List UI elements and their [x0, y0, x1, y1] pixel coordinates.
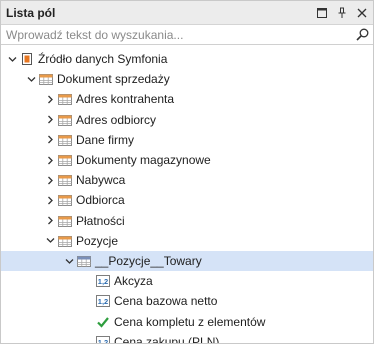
table-icon	[57, 213, 73, 229]
chevron-right-icon[interactable]	[43, 130, 57, 150]
tree-node-label: Cena bazowa netto	[114, 294, 218, 309]
tree-node[interactable]: Źródło danych Symfonia	[1, 49, 373, 69]
tree-node-label: Płatności	[76, 213, 125, 228]
svg-text:1,2: 1,2	[98, 338, 108, 344]
tree-node[interactable]: Cena kompletu z elementów	[1, 312, 373, 332]
tree-node-label: Cena zakupu (PLN)	[114, 334, 220, 344]
table-icon	[57, 172, 73, 188]
search-bar	[1, 25, 373, 45]
tree-node-label: Adres odbiorcy	[76, 112, 157, 127]
tree-node[interactable]: Pozycje	[1, 231, 373, 251]
chevron-right-icon[interactable]	[43, 89, 57, 109]
pin-icon	[338, 7, 346, 18]
tree-node[interactable]: Płatności	[1, 211, 373, 231]
pin-button[interactable]	[333, 4, 351, 22]
chevron-down-icon[interactable]	[24, 69, 38, 89]
search-icon[interactable]	[356, 28, 369, 41]
search-input[interactable]	[1, 25, 373, 44]
close-icon	[357, 8, 367, 17]
tree-node[interactable]: __Pozycje__Towary	[1, 251, 373, 271]
tree-node[interactable]: Nabywca	[1, 170, 373, 190]
table-icon	[57, 233, 73, 249]
tree-node[interactable]: 1,2 Akcyza	[1, 271, 373, 291]
tree-node[interactable]: Dokument sprzedaży	[1, 69, 373, 89]
maximize-button[interactable]	[313, 4, 331, 22]
tree-node-label: Dokument sprzedaży	[57, 72, 170, 87]
tree-node[interactable]: Adres kontrahenta	[1, 89, 373, 109]
datasource-icon	[19, 51, 35, 67]
tree-node-label: Odbiorca	[76, 193, 125, 208]
svg-text:1,2: 1,2	[98, 277, 108, 286]
table-icon	[57, 112, 73, 128]
svg-text:1,2: 1,2	[98, 298, 108, 307]
panel-titlebar: Lista pól	[1, 1, 373, 25]
chevron-down-icon[interactable]	[43, 231, 57, 251]
table-icon	[57, 132, 73, 148]
table-icon	[38, 71, 54, 87]
tree-node-label: Dokumenty magazynowe	[76, 153, 211, 167]
chevron-down-icon[interactable]	[62, 251, 76, 271]
table-icon	[57, 152, 73, 168]
maximize-icon	[317, 7, 327, 18]
tree-node-label: Pozycje	[76, 233, 119, 248]
checkmark-field-icon	[95, 314, 111, 330]
chevron-right-icon[interactable]	[43, 170, 57, 190]
table-icon	[57, 192, 73, 208]
tree-node[interactable]: 1,2 Cena zakupu (PLN)	[1, 332, 373, 344]
number-field-icon: 1,2	[95, 293, 111, 309]
tree-node[interactable]: 1,2 Cena bazowa netto	[1, 291, 373, 311]
chevron-right-icon[interactable]	[43, 211, 57, 231]
tree-node[interactable]: Adres odbiorcy	[1, 110, 373, 130]
tree-node-label: Cena kompletu z elementów	[114, 314, 266, 329]
tree-node-label: __Pozycje__Towary	[95, 254, 202, 268]
tree-node[interactable]: Odbiorca	[1, 190, 373, 210]
panel-title: Lista pól	[6, 5, 56, 20]
tree-node[interactable]: Dokumenty magazynowe	[1, 150, 373, 170]
tree-node-label: Adres kontrahenta	[76, 92, 175, 107]
close-button[interactable]	[353, 4, 371, 22]
tree-node-label: Akcyza	[114, 274, 153, 289]
chevron-right-icon[interactable]	[43, 190, 57, 210]
tree-node-label: Nabywca	[76, 173, 126, 188]
number-field-icon: 1,2	[95, 273, 111, 289]
number-field-icon: 1,2	[95, 334, 111, 344]
relation-table-icon	[76, 253, 92, 269]
tree-node-label: Dane firmy	[76, 132, 135, 147]
chevron-right-icon[interactable]	[43, 150, 57, 170]
tree-node-label: Źródło danych Symfonia	[38, 52, 168, 66]
tree-node[interactable]: Dane firmy	[1, 130, 373, 150]
chevron-right-icon[interactable]	[43, 110, 57, 130]
table-icon	[57, 91, 73, 107]
field-list-panel: Lista pól Źródło danych Symfonia Dokument…	[0, 0, 374, 344]
chevron-down-icon[interactable]	[5, 49, 19, 69]
